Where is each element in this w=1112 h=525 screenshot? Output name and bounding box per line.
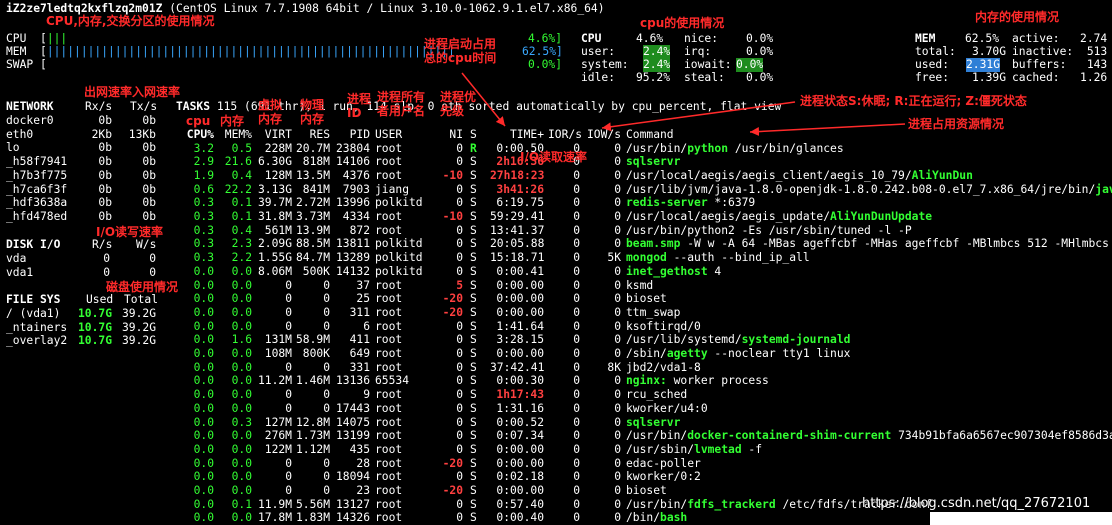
arrow-cpu-time	[461, 72, 506, 127]
arrow-process-state	[601, 101, 796, 132]
watermark: https://blog.csdn.net/qq_27672101	[862, 496, 1091, 511]
screenshot-crop-edge	[930, 512, 1112, 525]
arrow-process-resources	[749, 123, 906, 137]
terminal-window: iZ2ze7ledtq2kxflzq2m01Z (CentOS Linux 7.…	[0, 0, 1112, 525]
annotation-arrows	[461, 72, 906, 137]
